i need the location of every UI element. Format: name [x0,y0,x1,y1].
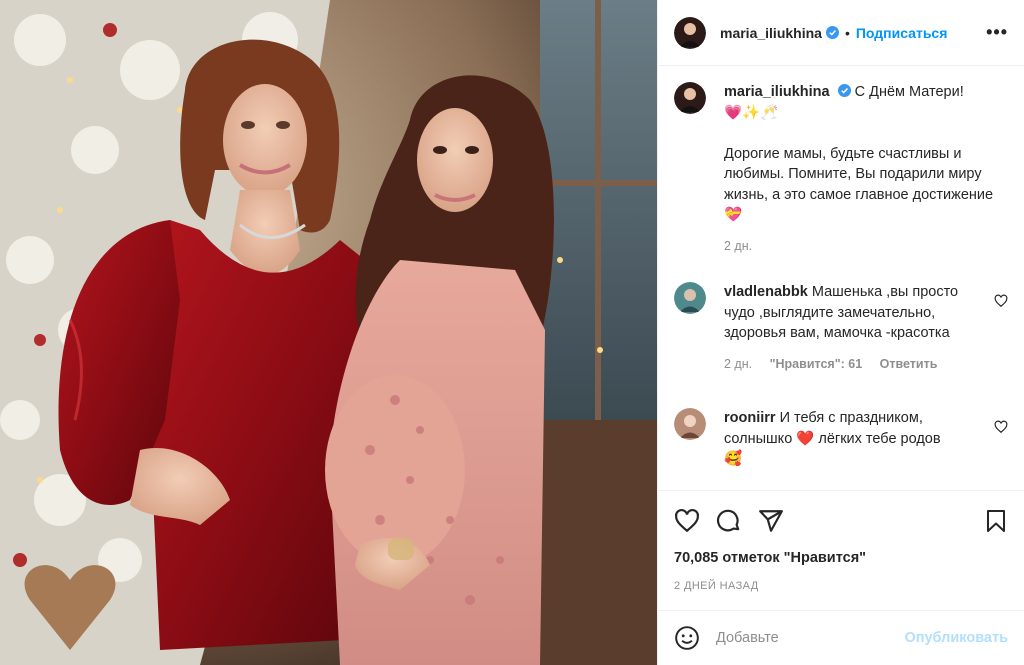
comment-avatar[interactable] [674,408,706,440]
comment-item: vladlenabbk Машенька ,вы просто чудо ,вы… [674,256,1008,374]
comment-text-block: vladlenabbk Машенька ,вы просто чудо ,вы… [724,282,988,374]
author-username[interactable]: maria_iliukhina [720,25,822,41]
comment-like-heart-icon[interactable] [994,420,1008,434]
comments-list[interactable]: maria_iliukhina С Днём Матери! 💗✨🥂 Дорог… [658,66,1024,490]
heart-icon[interactable] [674,508,700,534]
more-icon[interactable]: ••• [986,22,1008,43]
caption-meta: 2 дн. [724,236,1008,257]
comment-likes[interactable]: "Нравится": 61 [770,357,863,371]
caption-line1: С Днём Матери! [854,84,964,100]
bookmark-icon[interactable] [984,508,1008,534]
comment-username[interactable]: vladlenabbk [724,284,808,300]
comment-emoji-heart: ❤️ [796,430,815,447]
share-icon[interactable] [758,508,784,534]
caption-emoji-end: 💝 [724,207,743,223]
author-avatar[interactable] [674,16,706,49]
verified-badge-icon [837,84,851,97]
caption-avatar[interactable] [674,82,706,114]
action-bar [658,490,1024,550]
caption-age: 2 дн. [724,238,753,253]
comment-text: лёгких тебе родов [818,430,941,447]
comment-input[interactable]: Добавьте [716,630,904,646]
caption-author[interactable]: maria_iliukhina [724,84,830,100]
likes-count[interactable]: 70,085 отметок "Нравится" [658,550,1024,572]
photo-illustration [0,0,657,665]
comment-avatar[interactable] [674,282,706,314]
post-side-panel: maria_iliukhina • Подписаться ••• maria_… [657,0,1024,665]
comment-username[interactable]: rooniirr [724,410,776,426]
post-date[interactable]: 2 ДНЕЙ НАЗАД [658,580,1024,610]
follow-button[interactable]: Подписаться [856,25,948,41]
publish-button[interactable]: Опубликовать [904,630,1008,646]
comment-emoji-end: 🥰 [724,451,743,467]
comment-item: rooniirr И тебя с праздником, солнышко ❤… [674,374,1008,470]
header-separator: • [844,24,850,41]
post-dialog: maria_iliukhina • Подписаться ••• maria_… [0,0,1024,665]
caption-emojis: 💗✨🥂 [724,104,779,121]
comment-text-block: rooniirr И тебя с праздником, солнышко ❤… [724,408,988,470]
add-comment-bar: Добавьте Опубликовать [658,610,1024,665]
caption-body: Дорогие мамы, будьте счастливы и любимы.… [724,145,994,203]
verified-badge-icon [825,26,839,39]
emoji-icon[interactable] [674,625,700,651]
comment-icon[interactable] [716,508,742,534]
comment-meta: 2 дн. "Нравится": 61 Ответить [724,354,988,375]
comment-like-heart-icon[interactable] [994,294,1008,308]
comment-age: 2 дн. [724,356,753,371]
post-photo[interactable] [0,0,657,665]
caption: maria_iliukhina С Днём Матери! 💗✨🥂 Дорог… [674,66,1008,256]
post-header: maria_iliukhina • Подписаться ••• [658,0,1024,66]
reply-button[interactable]: Ответить [880,357,938,371]
caption-text-block: maria_iliukhina С Днём Матери! 💗✨🥂 Дорог… [724,82,1008,256]
